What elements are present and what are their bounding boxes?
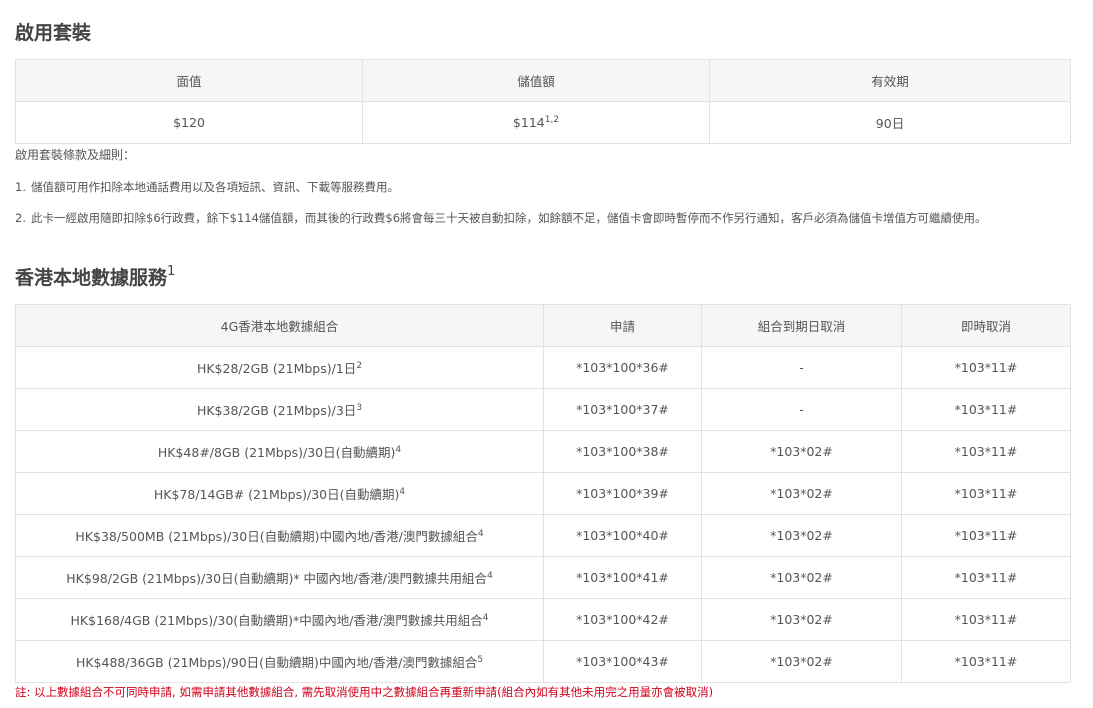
cell-plan: HK$168/4GB (21Mbps)/30(自動續期)*中國內地/香港/澳門數… [15,598,544,641]
cell-plan: HK$98/2GB (21Mbps)/30日(自動續期)* 中國內地/香港/澳門… [15,556,544,599]
header-cancel-now: 即時取消 [901,304,1071,347]
footnote-ref: 3 [356,402,363,413]
table-row: $120 $1141,2 90日 [15,101,1071,144]
cell-cancel-expiry-code: *103*02# [701,514,902,557]
cell-plan: HK$28/2GB (21Mbps)/1日2 [15,346,544,389]
footnote-ref: 5 [477,654,484,665]
table-row: HK$38/500MB (21Mbps)/30日(自動續期)中國內地/香港/澳門… [15,514,1071,557]
footnote-ref: 4 [482,612,489,623]
table-row: HK$48#/8GB (21Mbps)/30日(自動續期)4 *103*100*3… [15,430,1071,473]
cell-cancel-now-code: *103*11# [901,556,1071,599]
cell-apply-code: *103*100*37# [543,388,702,431]
table-row: HK$78/14GB# (21Mbps)/30日(自動續期)4 *103*100*… [15,472,1071,515]
cell-apply-code: *103*100*36# [543,346,702,389]
cell-apply-code: *103*100*43# [543,640,702,683]
list-item: 2. 此卡一經啟用隨即扣除$6行政費，餘下$114儲值額，而其後的行政費$6將會每… [15,211,987,225]
table-row: HK$38/2GB (21Mbps)/3日3 *103*100*37# - *103*… [15,388,1071,431]
cell-validity: 90日 [709,101,1071,144]
starter-pack-table: 面值 儲值額 有效期 $120 $1141,2 90日 [15,59,1071,144]
cell-face-value: $120 [15,101,363,144]
table-row: HK$168/4GB (21Mbps)/30(自動續期)*中國內地/香港/澳門數… [15,598,1071,641]
cell-cancel-expiry-code: *103*02# [701,472,902,515]
cell-apply-code: *103*100*38# [543,430,702,473]
cell-cancel-now-code: *103*11# [901,430,1071,473]
header-stored-value: 儲值額 [362,59,710,102]
cell-cancel-now-code: *103*11# [901,640,1071,683]
cell-cancel-expiry-code: *103*02# [701,598,902,641]
cell-cancel-expiry-code: *103*02# [701,430,902,473]
header-validity: 有效期 [709,59,1071,102]
cell-apply-code: *103*100*41# [543,556,702,599]
cell-plan: HK$38/2GB (21Mbps)/3日3 [15,388,544,431]
table-row: HK$98/2GB (21Mbps)/30日(自動續期)* 中國內地/香港/澳門… [15,556,1071,599]
cell-cancel-expiry-code: - [701,388,902,431]
section-title-local-data: 香港本地數據服務1 [15,263,176,289]
local-data-table: 4G香港本地數據組合 申請 組合到期日取消 即時取消 HK$28/2GB (21… [15,304,1071,683]
cell-cancel-now-code: *103*11# [901,346,1071,389]
cell-cancel-now-code: *103*11# [901,388,1071,431]
cell-stored-value: $1141,2 [362,101,710,144]
footnote-ref: 2 [356,360,363,371]
cell-plan: HK$78/14GB# (21Mbps)/30日(自動續期)4 [15,472,544,515]
cell-apply-code: *103*100*40# [543,514,702,557]
cell-cancel-now-code: *103*11# [901,598,1071,641]
cell-plan: HK$488/36GB (21Mbps)/90日(自動續期)中國內地/香港/澳門… [15,640,544,683]
cell-cancel-expiry-code: *103*02# [701,640,902,683]
list-item: 1. 儲值額可用作扣除本地通話費用以及各項短訊、資訊、下載等服務費用。 [15,180,399,194]
table-row: HK$488/36GB (21Mbps)/90日(自動續期)中國內地/香港/澳門… [15,640,1071,683]
cell-cancel-expiry-code: *103*02# [701,556,902,599]
cell-plan: HK$38/500MB (21Mbps)/30日(自動續期)中國內地/香港/澳門… [15,514,544,557]
section-title-starter-pack: 啟用套裝 [15,22,92,44]
table-row: HK$28/2GB (21Mbps)/1日2 *103*100*36# - *103*… [15,346,1071,389]
footnote-ref: 1,2 [544,114,560,125]
header-apply: 申請 [543,304,702,347]
cell-apply-code: *103*100*42# [543,598,702,641]
cell-cancel-now-code: *103*11# [901,472,1071,515]
header-plan: 4G香港本地數據組合 [15,304,544,347]
cell-apply-code: *103*100*39# [543,472,702,515]
terms-list: 1. 儲值額可用作扣除本地通話費用以及各項短訊、資訊、下載等服務費用。 2. 此卡一… [15,172,1070,226]
header-cancel-expiry: 組合到期日取消 [701,304,902,347]
footnote-ref: 4 [486,570,493,581]
footnote-ref: 4 [399,486,406,497]
cell-plan: HK$48#/8GB (21Mbps)/30日(自動續期)4 [15,430,544,473]
cell-cancel-now-code: *103*11# [901,514,1071,557]
cell-cancel-expiry-code: - [701,346,902,389]
footnote-ref: 4 [395,444,402,455]
footnote-ref: 4 [477,528,484,539]
footnote-warning: 註: 以上數據組合不可同時申請, 如需申請其他數據組合, 需先取消使用中之數據組… [15,685,714,699]
terms-title: 啟用套裝條款及細則： [15,148,136,162]
header-face-value: 面值 [15,59,363,102]
